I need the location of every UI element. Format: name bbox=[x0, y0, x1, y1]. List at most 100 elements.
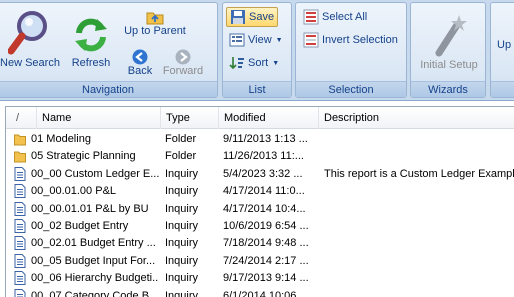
cell-description: This report is a Custom Ledger Example bbox=[324, 167, 514, 180]
sort-icon bbox=[229, 57, 244, 70]
selection-group-label: Selection bbox=[296, 81, 406, 97]
wizards-group-label: Wizards bbox=[411, 81, 485, 97]
cell-modified: 9/17/2013 9:14 ... bbox=[223, 272, 309, 285]
list-group-label: List bbox=[223, 81, 291, 97]
folder-icon bbox=[14, 151, 26, 163]
column-header-icon[interactable]: / bbox=[6, 107, 37, 129]
initial-setup-button[interactable]: Initial Setup bbox=[413, 13, 485, 71]
cell-modified: 6/1/2014 10:06 ... bbox=[223, 289, 309, 297]
save-button[interactable]: Save bbox=[226, 7, 279, 27]
cell-modified: 11/26/2013 11:... bbox=[223, 150, 304, 163]
cell-name: 00_00.01.01 P&L by BU bbox=[31, 202, 149, 215]
view-label: View bbox=[248, 34, 272, 46]
refresh-icon bbox=[75, 18, 107, 52]
cell-type: Inquiry bbox=[165, 289, 199, 297]
list-item[interactable]: 00_06 Hierarchy Budgeti... Inquiry 9/17/20… bbox=[6, 270, 514, 286]
cell-name: 00_00.01.00 P&L bbox=[31, 185, 117, 198]
list-item[interactable]: 00_05 Budget Input For... Inquiry 7/24/201… bbox=[6, 253, 514, 269]
cell-description bbox=[324, 201, 514, 217]
cell-type: Inquiry bbox=[165, 254, 199, 267]
cell-name: 00_02 Budget Entry bbox=[31, 220, 129, 232]
list-group: Save View ▼ Sort ▼ List bbox=[222, 2, 292, 98]
forward-arrow-icon bbox=[175, 49, 191, 65]
cell-type: Inquiry bbox=[165, 185, 199, 198]
select-all-label: Select All bbox=[322, 11, 368, 23]
cell-type: Inquiry bbox=[165, 272, 199, 285]
forward-label: Forward bbox=[162, 65, 204, 77]
document-icon bbox=[14, 166, 26, 181]
cell-description bbox=[324, 288, 514, 297]
column-header-name[interactable]: Name bbox=[37, 107, 161, 129]
partial-button[interactable]: Up bbox=[497, 37, 511, 51]
save-label: Save bbox=[249, 11, 275, 23]
document-icon bbox=[14, 271, 26, 286]
list-item[interactable]: 01 Modeling Folder 9/11/2013 1:13 ... bbox=[6, 131, 514, 147]
column-header-type[interactable]: Type bbox=[161, 107, 219, 129]
up-to-parent-label: Up to Parent bbox=[124, 25, 186, 37]
folder-up-icon bbox=[146, 12, 164, 25]
new-search-button[interactable]: New Search bbox=[0, 9, 61, 69]
cell-description bbox=[324, 270, 514, 286]
new-search-label: New Search bbox=[0, 57, 60, 69]
cell-description bbox=[324, 131, 514, 147]
cell-modified: 7/24/2014 2:17 ... bbox=[223, 254, 309, 267]
select-all-icon bbox=[303, 9, 319, 25]
cell-modified: 10/6/2019 6:54 ... bbox=[223, 220, 309, 232]
list-item[interactable]: 00_00.01.00 P&L Inquiry 4/17/2014 11:0... bbox=[6, 183, 514, 199]
list-item[interactable]: 00_00.01.01 P&L by BU Inquiry 4/17/2014 10… bbox=[6, 201, 514, 217]
view-icon bbox=[229, 33, 245, 47]
cell-type: Inquiry bbox=[165, 237, 199, 250]
list-header: / Name Type Modified Description bbox=[6, 107, 514, 129]
cell-type: Inquiry bbox=[165, 202, 199, 215]
selection-group: Select All Invert Selection Selection bbox=[295, 2, 407, 98]
cell-modified: 5/4/2023 3:32 ... bbox=[223, 167, 303, 180]
invert-selection-icon bbox=[303, 32, 319, 48]
cell-description bbox=[324, 235, 514, 251]
document-icon bbox=[14, 219, 26, 233]
cell-type: Inquiry bbox=[165, 220, 199, 232]
partial-group-label bbox=[491, 81, 514, 97]
cell-type: Folder bbox=[165, 150, 197, 163]
column-header-modified[interactable]: Modified bbox=[219, 107, 319, 129]
cell-modified: 9/11/2013 1:13 ... bbox=[223, 133, 308, 145]
view-dropdown[interactable]: View ▼ bbox=[226, 30, 286, 50]
refresh-label: Refresh bbox=[71, 57, 111, 69]
cell-name: 00_02.01 Budget Entry ... bbox=[31, 237, 156, 250]
document-icon bbox=[14, 184, 26, 199]
document-icon bbox=[14, 288, 26, 297]
wand-icon bbox=[435, 15, 467, 57]
sort-label: Sort bbox=[248, 57, 269, 69]
select-all-button[interactable]: Select All bbox=[300, 7, 370, 27]
back-button[interactable]: Back bbox=[125, 49, 155, 77]
invert-selection-label: Invert Selection bbox=[322, 34, 398, 46]
list-item[interactable]: 05 Strategic Planning Folder 11/26/2013 11… bbox=[6, 148, 514, 164]
list-item[interactable]: 00_02.01 Budget Entry ... Inquiry 7/18/201… bbox=[6, 235, 514, 251]
forward-button[interactable]: Forward bbox=[161, 49, 205, 77]
cell-name: 00_05 Budget Input For... bbox=[31, 254, 156, 267]
cell-name: 00_07 Category Code B... bbox=[31, 289, 159, 297]
chevron-down-icon: ▼ bbox=[272, 59, 280, 67]
magnifier-icon bbox=[8, 11, 47, 55]
document-icon bbox=[14, 236, 26, 251]
navigation-group-label: Navigation bbox=[0, 81, 217, 97]
cell-modified: 4/17/2014 11:0... bbox=[223, 185, 305, 198]
up-to-parent-button[interactable]: Up to Parent bbox=[123, 9, 187, 37]
initial-setup-label: Initial Setup bbox=[420, 59, 478, 71]
invert-selection-button[interactable]: Invert Selection bbox=[300, 30, 401, 50]
refresh-button[interactable]: Refresh bbox=[65, 15, 117, 69]
sort-dropdown[interactable]: Sort ▼ bbox=[226, 53, 282, 73]
cell-type: Folder bbox=[165, 133, 197, 145]
navigation-group: New Search Refresh Up to Parent Back For… bbox=[0, 2, 218, 98]
column-header-description[interactable]: Description bbox=[319, 107, 514, 129]
list-item[interactable]: 00_00 Custom Ledger E... Inquiry 5/4/2023 … bbox=[6, 166, 514, 182]
cell-name: 00_06 Hierarchy Budgeti... bbox=[31, 272, 159, 285]
back-label: Back bbox=[127, 65, 153, 77]
folder-icon bbox=[14, 134, 26, 146]
cell-description bbox=[324, 218, 514, 234]
file-list[interactable]: / Name Type Modified Description 01 Mode… bbox=[5, 106, 514, 297]
cell-modified: 7/18/2014 9:48 ... bbox=[223, 237, 309, 250]
list-item[interactable]: 00_02 Budget Entry Inquiry 10/6/2019 6:54 … bbox=[6, 218, 514, 234]
cell-description bbox=[324, 148, 514, 164]
partial-button-label: Up bbox=[497, 39, 512, 51]
list-item[interactable]: 00_07 Category Code B... Inquiry 6/1/2014 … bbox=[6, 288, 514, 297]
